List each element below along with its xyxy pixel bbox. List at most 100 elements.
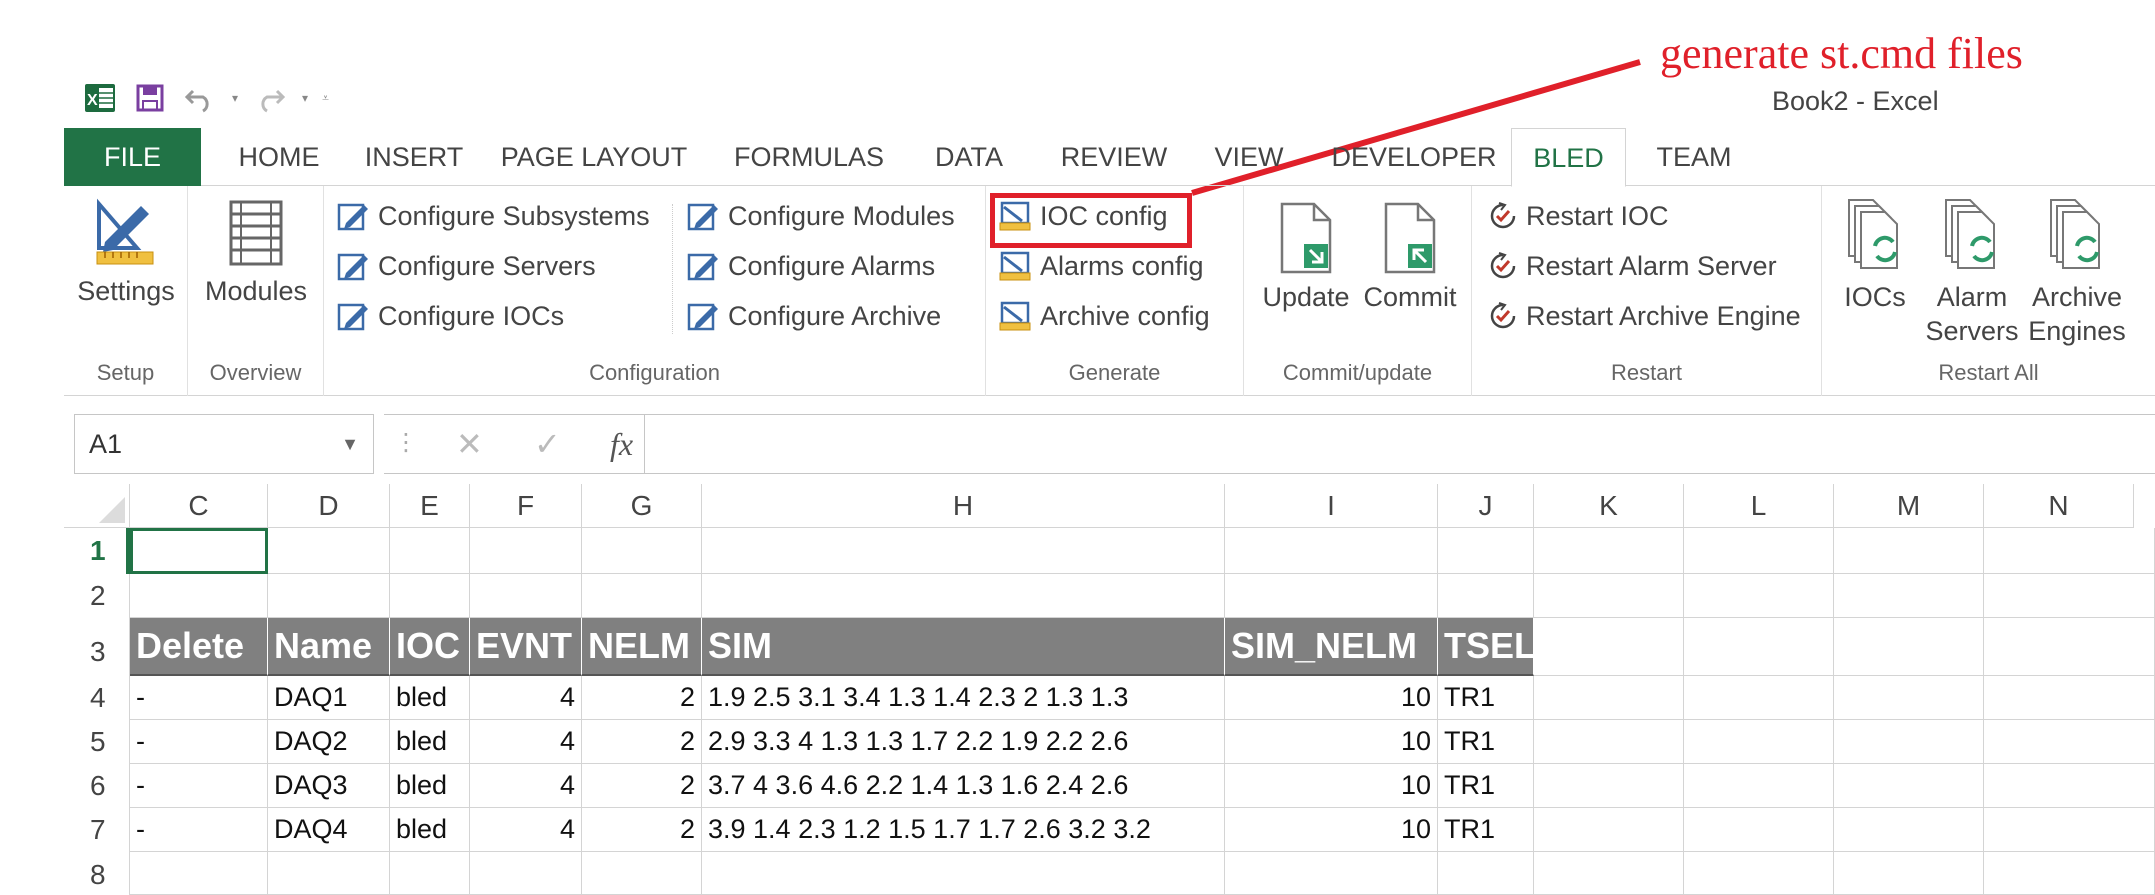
empty-cell[interactable]: [1834, 852, 1984, 895]
column-header-l[interactable]: L: [1684, 484, 1834, 528]
table-cell[interactable]: 2.9 3.3 4 1.3 1.3 1.7 2.2 1.9 2.2 2.6: [702, 720, 1225, 764]
empty-cell[interactable]: [582, 852, 702, 895]
tab-formulas[interactable]: FORMULAS: [724, 128, 894, 186]
empty-cell[interactable]: [1438, 852, 1534, 895]
empty-cell[interactable]: [470, 528, 582, 574]
tab-team[interactable]: TEAM: [1644, 128, 1744, 186]
restart-all-iocs-button[interactable]: IOCs: [1830, 196, 1920, 314]
empty-cell[interactable]: [1834, 764, 1984, 808]
formula-input[interactable]: [644, 414, 2155, 474]
empty-cell[interactable]: [130, 574, 268, 618]
row-header-5[interactable]: 5: [64, 720, 130, 764]
table-cell[interactable]: 4: [470, 676, 582, 720]
tab-data[interactable]: DATA: [924, 128, 1014, 186]
redo-dropdown-icon[interactable]: ▾: [302, 91, 308, 105]
empty-cell[interactable]: [702, 574, 1225, 618]
tab-review[interactable]: REVIEW: [1049, 128, 1179, 186]
configure-alarms-button[interactable]: Configure Alarms: [686, 244, 935, 288]
empty-cell[interactable]: [702, 852, 1225, 895]
settings-button[interactable]: Settings: [64, 198, 188, 308]
column-header-n[interactable]: N: [1984, 484, 2134, 528]
empty-cell[interactable]: [1534, 528, 1684, 574]
table-cell[interactable]: 2: [582, 720, 702, 764]
archive-config-button[interactable]: Archive config: [998, 294, 1210, 338]
restart-archive-engine-button[interactable]: Restart Archive Engine: [1488, 294, 1801, 338]
configure-modules-button[interactable]: Configure Modules: [686, 194, 955, 238]
table-cell[interactable]: 1.9 2.5 3.1 3.4 1.3 1.4 2.3 2 1.3 1.3: [702, 676, 1225, 720]
table-cell[interactable]: DAQ4: [268, 808, 390, 852]
empty-cell[interactable]: [582, 574, 702, 618]
row-header-4[interactable]: 4: [64, 676, 130, 720]
table-header-cell[interactable]: IOC: [390, 618, 470, 676]
table-header-cell[interactable]: NELM: [582, 618, 702, 676]
table-cell[interactable]: DAQ2: [268, 720, 390, 764]
select-all-corner[interactable]: [64, 484, 130, 528]
column-header-c[interactable]: C: [130, 484, 268, 528]
empty-cell[interactable]: [1684, 528, 1834, 574]
restart-all-alarm-servers-button[interactable]: Alarm Servers: [1922, 196, 2022, 348]
empty-cell[interactable]: [1834, 808, 1984, 852]
table-cell[interactable]: -: [130, 764, 268, 808]
update-button[interactable]: Update: [1254, 200, 1358, 314]
column-header-d[interactable]: D: [268, 484, 390, 528]
empty-cell[interactable]: [470, 852, 582, 895]
empty-cell[interactable]: [1225, 852, 1438, 895]
modules-button[interactable]: Modules: [188, 198, 324, 308]
empty-cell[interactable]: [1834, 720, 1984, 764]
name-box[interactable]: A1 ▼: [74, 414, 374, 474]
empty-cell[interactable]: [1534, 574, 1684, 618]
row-header-2[interactable]: 2: [64, 574, 130, 618]
empty-cell[interactable]: [1984, 618, 2155, 676]
enter-check-icon[interactable]: ✓: [534, 415, 561, 475]
row-header-3[interactable]: 3: [64, 618, 130, 676]
table-cell[interactable]: DAQ1: [268, 676, 390, 720]
empty-cell[interactable]: [1684, 574, 1834, 618]
empty-cell[interactable]: [1684, 808, 1834, 852]
table-cell[interactable]: 2: [582, 764, 702, 808]
empty-cell[interactable]: [1534, 676, 1684, 720]
empty-cell[interactable]: [1684, 852, 1834, 895]
column-header-e[interactable]: E: [390, 484, 470, 528]
customize-qat-icon[interactable]: ⩡: [322, 91, 329, 106]
table-cell[interactable]: TR1: [1438, 764, 1534, 808]
table-cell[interactable]: TR1: [1438, 676, 1534, 720]
table-cell[interactable]: -: [130, 676, 268, 720]
column-header-g[interactable]: G: [582, 484, 702, 528]
table-header-cell[interactable]: EVNT: [470, 618, 582, 676]
empty-cell[interactable]: [130, 852, 268, 895]
commit-button[interactable]: Commit: [1358, 200, 1462, 314]
empty-cell[interactable]: [1534, 808, 1684, 852]
table-cell[interactable]: bled: [390, 720, 470, 764]
tab-file[interactable]: FILE: [64, 128, 201, 186]
restart-alarm-server-button[interactable]: Restart Alarm Server: [1488, 244, 1777, 288]
configure-archive-button[interactable]: Configure Archive: [686, 294, 941, 338]
column-header-h[interactable]: H: [702, 484, 1225, 528]
empty-cell[interactable]: [1534, 764, 1684, 808]
empty-cell[interactable]: [268, 528, 390, 574]
empty-cell[interactable]: [1438, 574, 1534, 618]
empty-cell[interactable]: [1984, 808, 2155, 852]
row-header-1[interactable]: 1: [64, 528, 130, 574]
cancel-icon[interactable]: ✕: [456, 415, 483, 475]
active-cell[interactable]: [130, 528, 268, 574]
table-cell[interactable]: bled: [390, 676, 470, 720]
empty-cell[interactable]: [268, 852, 390, 895]
empty-cell[interactable]: [1984, 720, 2155, 764]
empty-cell[interactable]: [390, 852, 470, 895]
empty-cell[interactable]: [1984, 676, 2155, 720]
empty-cell[interactable]: [1834, 618, 1984, 676]
restart-all-archive-engines-button[interactable]: Archive Engines: [2022, 196, 2132, 348]
restart-ioc-button[interactable]: Restart IOC: [1488, 194, 1669, 238]
empty-cell[interactable]: [1438, 528, 1534, 574]
empty-cell[interactable]: [1684, 676, 1834, 720]
empty-cell[interactable]: [1984, 574, 2155, 618]
empty-cell[interactable]: [1534, 720, 1684, 764]
empty-cell[interactable]: [1684, 720, 1834, 764]
table-cell[interactable]: 10: [1225, 720, 1438, 764]
tab-insert[interactable]: INSERT: [354, 128, 474, 186]
table-cell[interactable]: -: [130, 720, 268, 764]
table-cell[interactable]: bled: [390, 764, 470, 808]
column-header-i[interactable]: I: [1225, 484, 1438, 528]
empty-cell[interactable]: [470, 574, 582, 618]
tab-home[interactable]: HOME: [224, 128, 334, 186]
